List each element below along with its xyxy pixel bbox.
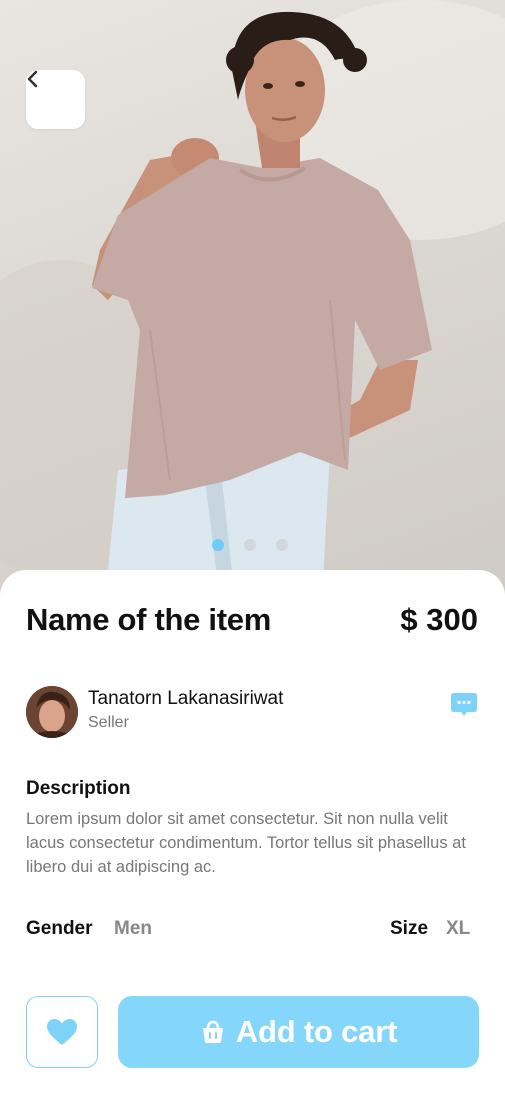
size-label: Size	[390, 918, 429, 939]
heart-icon	[47, 1019, 77, 1045]
seller-name[interactable]: Tanatorn Lakanasiriwat	[88, 688, 283, 710]
chevron-left-icon	[27, 70, 38, 88]
back-button[interactable]	[26, 70, 85, 129]
chat-button[interactable]	[449, 690, 479, 720]
product-price: $ 300	[400, 602, 478, 637]
chat-bubble-icon	[451, 693, 477, 716]
carousel-dot-3[interactable]	[276, 539, 288, 551]
gender-value: Men	[114, 918, 152, 939]
favorite-button[interactable]	[26, 996, 98, 1068]
carousel-dot-2[interactable]	[244, 539, 256, 551]
product-image	[0, 0, 505, 600]
size-value: XL	[446, 918, 471, 939]
carousel-indicator	[212, 539, 288, 551]
seller-avatar[interactable]	[26, 686, 78, 738]
seller-role: Seller	[88, 714, 129, 731]
carousel-dot-1[interactable]	[212, 539, 224, 551]
description-text: Lorem ipsum dolor sit amet consectetur. …	[26, 810, 466, 876]
avatar-image	[26, 686, 78, 738]
product-name: Name of the item	[26, 602, 271, 637]
add-to-cart-label: Add to cart	[235, 1014, 398, 1049]
description-heading: Description	[26, 778, 131, 799]
basket-icon	[202, 1020, 223, 1043]
gender-label: Gender	[26, 918, 93, 939]
add-to-cart-button[interactable]: Add to cart	[118, 996, 479, 1068]
